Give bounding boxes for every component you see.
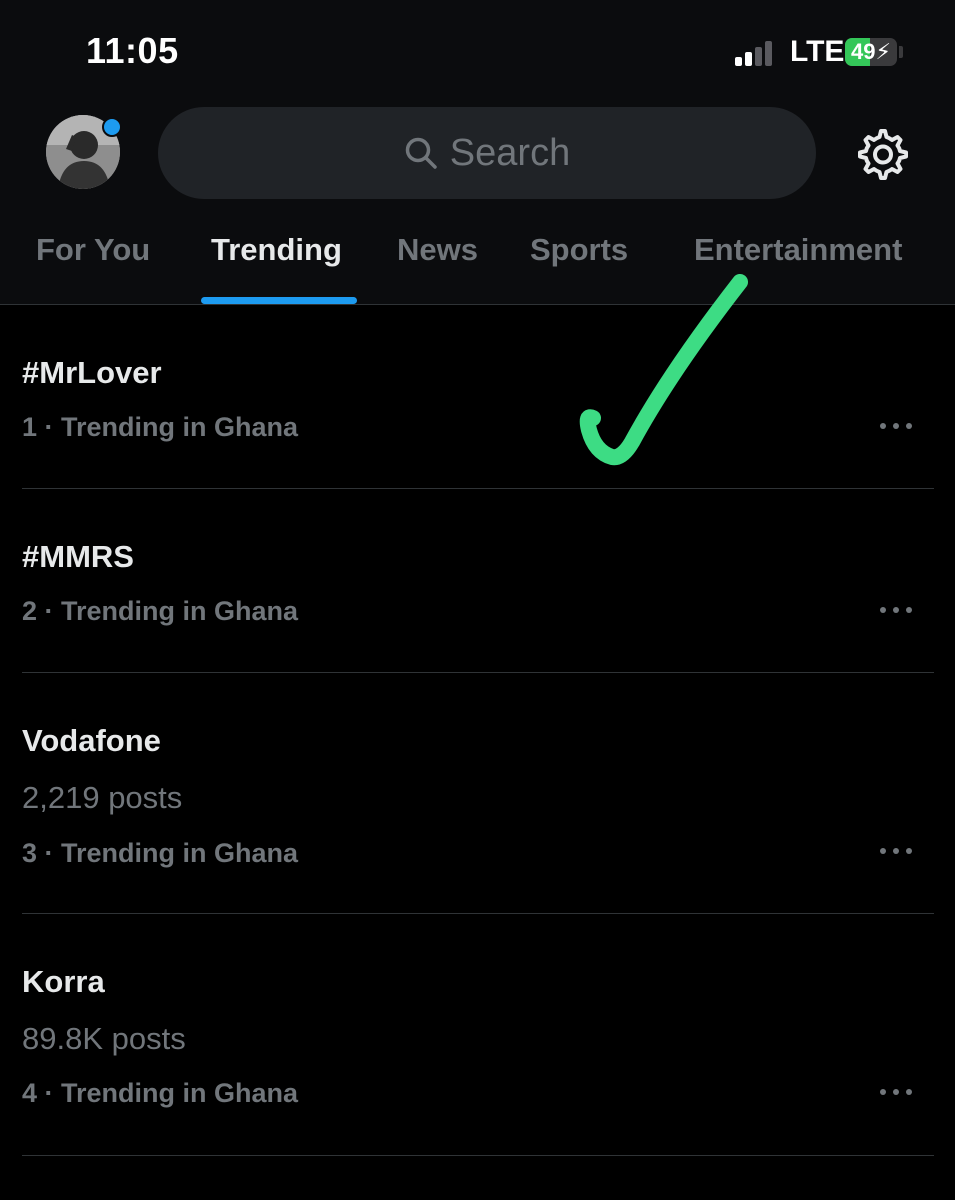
trend-name: Korra [22,964,105,999]
trend-meta: 3 · Trending in Ghana [22,838,299,868]
trend-meta: 4 · Trending in Ghana [22,1078,299,1108]
trend-meta: 2 · Trending in Ghana [22,596,299,626]
search-icon [405,137,437,169]
network-type: LTE [790,35,845,68]
row-divider [22,1155,934,1156]
battery-cap [899,46,903,58]
more-options-icon[interactable] [880,1087,912,1097]
trend-item[interactable]: #MMRS 2 · Trending in Ghana [0,489,955,672]
gear-icon[interactable] [854,126,908,180]
explore-screen: 11:05 LTE 49⚡ Search For You Trending Ne… [0,0,955,1200]
status-time: 11:05 [86,30,179,71]
trend-meta: 1 · Trending in Ghana [22,412,299,442]
battery-icon: 49⚡ [845,38,897,66]
trend-item[interactable]: #MrLover 1 · Trending in Ghana [0,305,955,488]
search-input[interactable]: Search [158,107,816,199]
trend-name: #MrLover [22,355,162,390]
more-options-icon[interactable] [880,421,912,431]
tab-for-you[interactable]: For You [36,232,150,268]
trend-name: #MMRS [22,539,134,574]
trend-post-count: 89.8K posts [22,1021,186,1056]
trend-post-count: 2,219 posts [22,780,183,815]
search-placeholder: Search [449,131,571,174]
battery-level: 49⚡ [851,39,891,64]
more-options-icon[interactable] [880,605,912,615]
active-tab-indicator [201,297,357,304]
tab-entertainment[interactable]: Entertainment [694,232,902,268]
notification-dot [102,117,122,137]
more-options-icon[interactable] [880,846,912,856]
trend-name: Vodafone [22,723,161,758]
tab-sports[interactable]: Sports [530,232,628,268]
tab-trending[interactable]: Trending [211,232,342,268]
tab-news[interactable]: News [397,232,478,268]
trend-item[interactable]: Korra 89.8K posts 4 · Trending in Ghana [0,914,955,1155]
trend-item[interactable]: Vodafone 2,219 posts 3 · Trending in Gha… [0,673,955,913]
cellular-signal-icon [735,40,779,66]
